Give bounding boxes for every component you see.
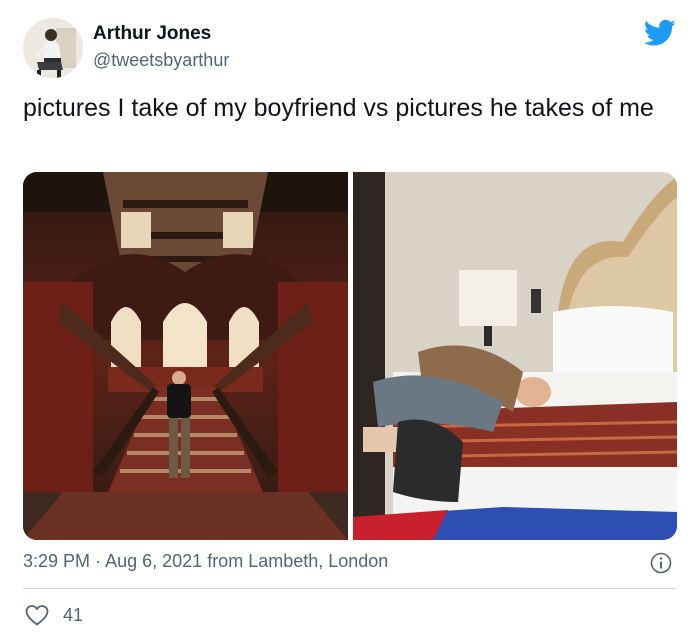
tweet-time[interactable]: 3:29 PM [23,551,90,571]
bed-photo-image [353,172,677,540]
staircase-photo-image [23,172,348,540]
tweet-date[interactable]: Aug 6, 2021 [105,551,202,571]
display-name[interactable]: Arthur Jones [93,23,211,45]
meta-separator: · [95,551,102,571]
tweet-meta: 3:29 PM · Aug 6, 2021 from Lambeth, Lond… [23,551,388,572]
tweet-text: pictures I take of my boyfriend vs pictu… [23,94,654,122]
tweet-location: from Lambeth, London [207,551,389,571]
info-icon[interactable] [650,552,672,574]
photo-staircase[interactable] [23,172,348,540]
photo-bed[interactable] [353,172,677,540]
divider [23,588,677,589]
heart-icon [25,605,49,626]
twitter-bird-icon[interactable] [644,19,676,47]
user-handle[interactable]: @tweetsbyarthur [93,50,229,71]
like-button[interactable]: 41 [25,602,83,628]
like-count: 41 [63,604,84,625]
avatar[interactable] [23,18,83,78]
avatar-image [23,18,83,78]
tweet-card: Arthur Jones @tweetsbyarthur pictures I … [0,0,700,643]
